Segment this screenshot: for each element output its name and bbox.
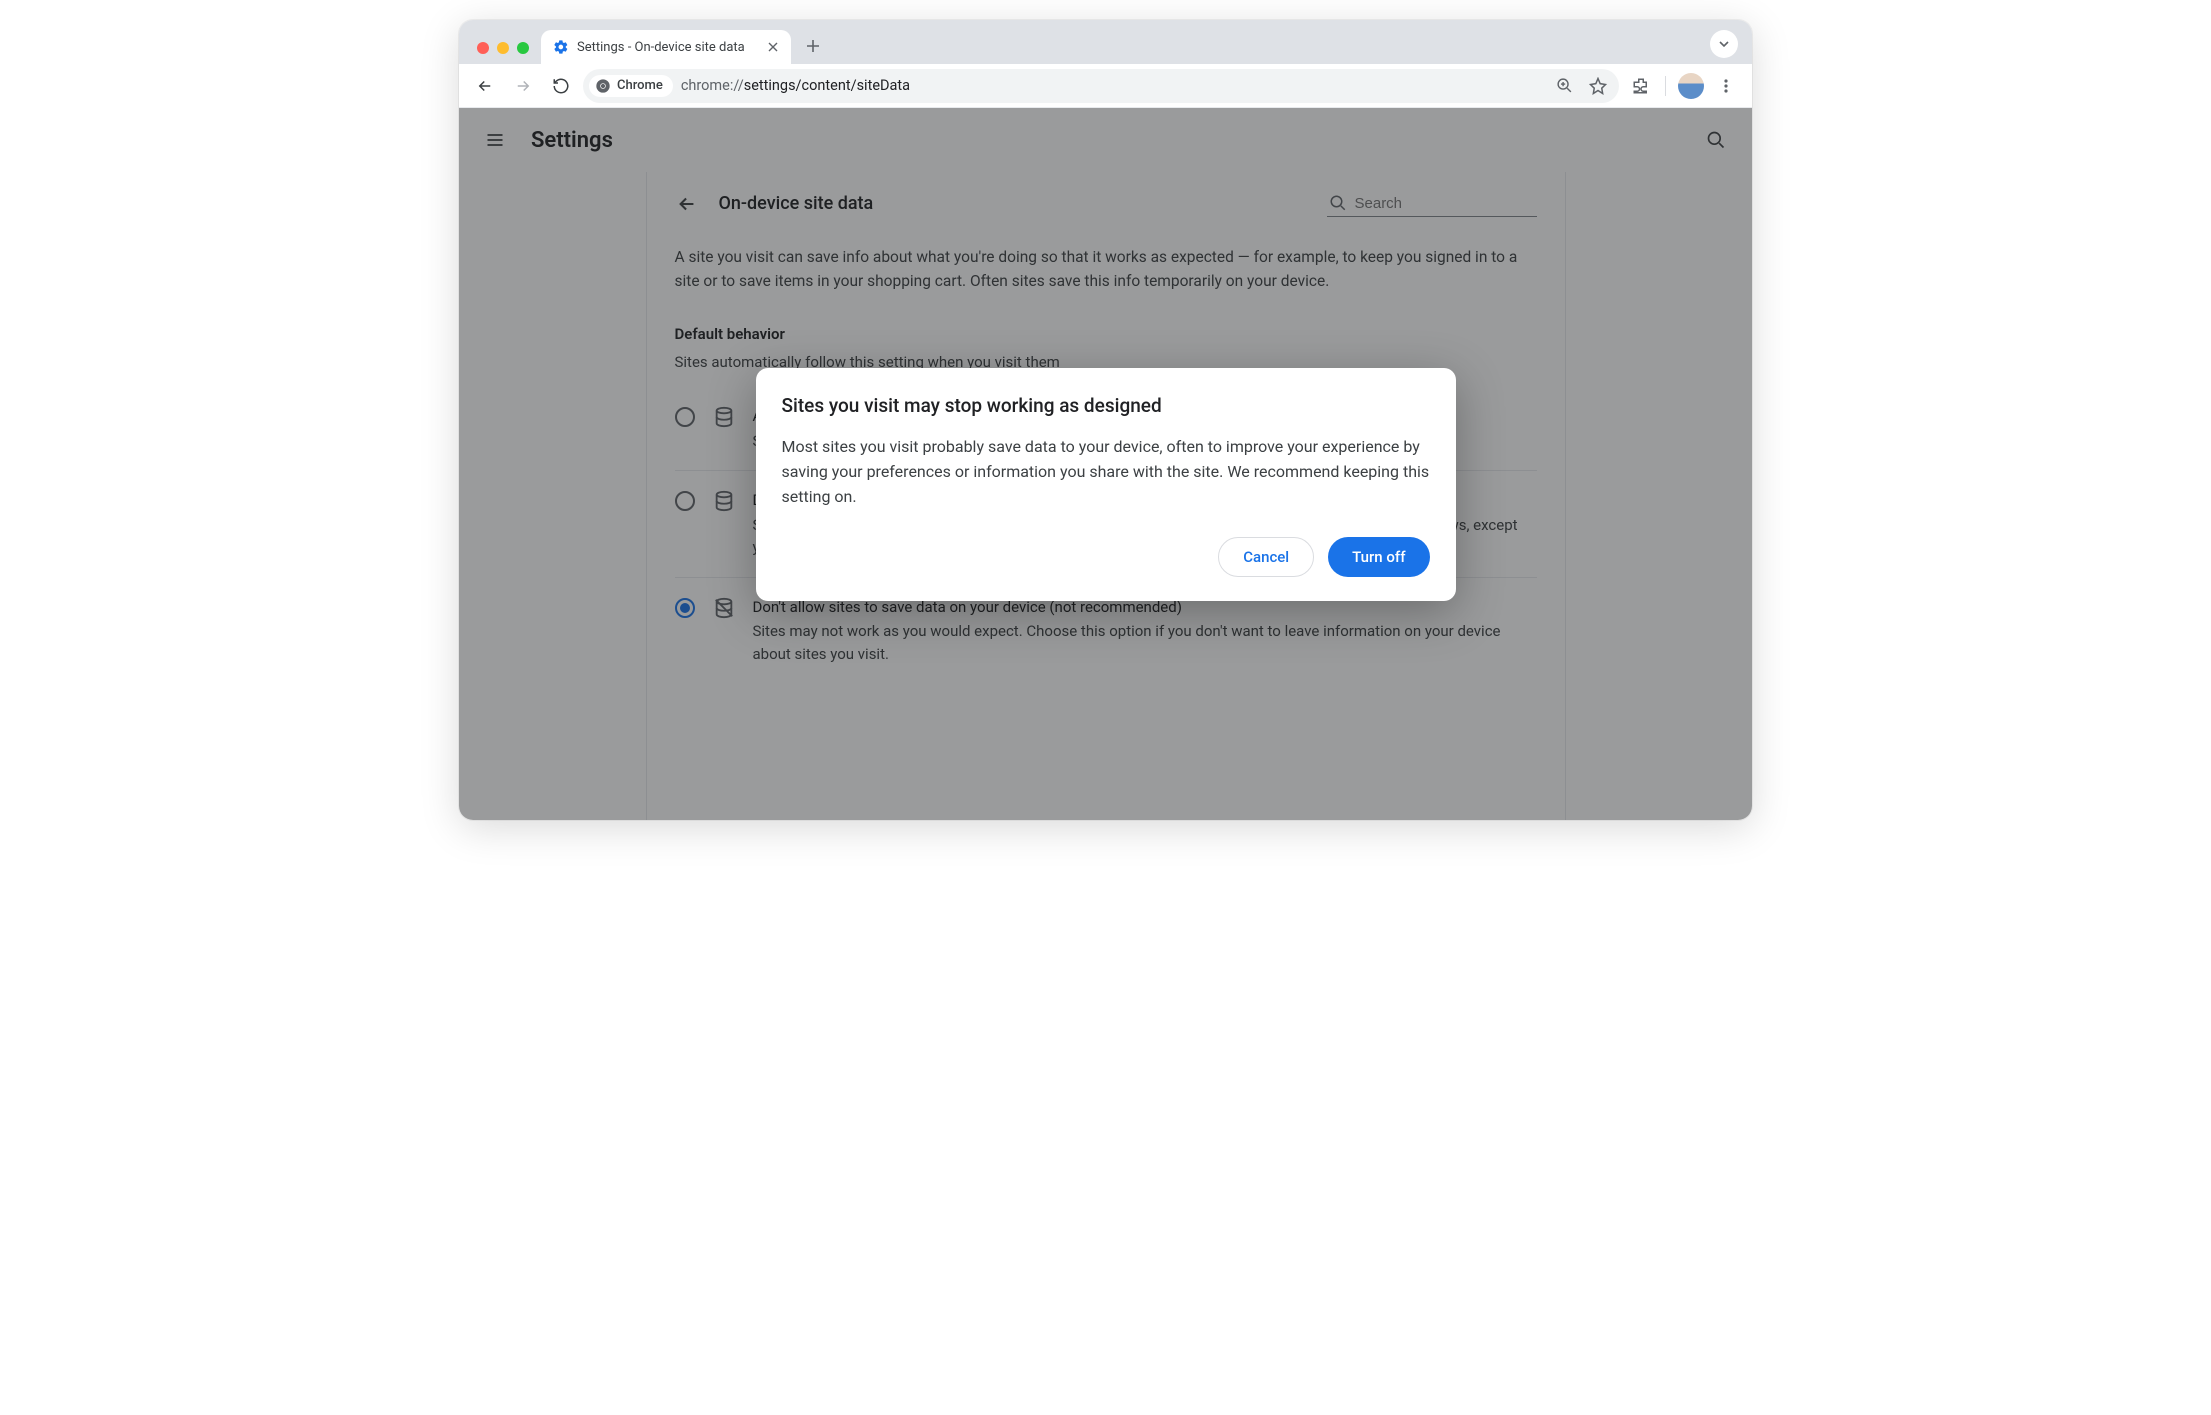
content-area: Settings On-device site data [459, 108, 1752, 820]
back-button[interactable] [469, 70, 501, 102]
forward-button[interactable] [507, 70, 539, 102]
zoom-icon[interactable] [1551, 73, 1577, 99]
tab-overflow-button[interactable] [1710, 30, 1738, 58]
toolbar-actions [1625, 70, 1742, 102]
tab-strip: Settings - On-device site data [459, 20, 1752, 64]
divider [1665, 76, 1666, 96]
chrome-menu-button[interactable] [1710, 70, 1742, 102]
site-info-chip[interactable]: Chrome [589, 75, 673, 97]
browser-tab[interactable]: Settings - On-device site data [541, 30, 791, 64]
turn-off-button[interactable]: Turn off [1328, 537, 1429, 577]
dialog-title: Sites you visit may stop working as desi… [782, 394, 1430, 417]
gear-icon [553, 39, 569, 55]
address-bar[interactable]: Chrome chrome://settings/content/siteDat… [583, 69, 1619, 103]
url-text: chrome://settings/content/siteData [681, 77, 1543, 94]
dialog-body: Most sites you visit probably save data … [782, 435, 1430, 509]
window-minimize-button[interactable] [497, 42, 509, 54]
reload-button[interactable] [545, 70, 577, 102]
profile-avatar[interactable] [1678, 73, 1704, 99]
dialog-buttons: Cancel Turn off [782, 537, 1430, 577]
new-tab-button[interactable] [799, 32, 827, 60]
bookmark-button[interactable] [1585, 73, 1611, 99]
window-zoom-button[interactable] [517, 42, 529, 54]
browser-toolbar: Chrome chrome://settings/content/siteDat… [459, 64, 1752, 108]
extensions-button[interactable] [1625, 70, 1657, 102]
window-close-button[interactable] [477, 42, 489, 54]
chrome-chip-label: Chrome [617, 78, 663, 93]
confirmation-dialog: Sites you visit may stop working as desi… [756, 368, 1456, 601]
tab-title: Settings - On-device site data [577, 40, 757, 55]
window-controls [469, 42, 541, 64]
close-tab-button[interactable] [765, 39, 781, 55]
chrome-logo-icon [595, 78, 611, 94]
cancel-button[interactable]: Cancel [1218, 537, 1314, 577]
browser-window: Settings - On-device site data [459, 20, 1752, 820]
